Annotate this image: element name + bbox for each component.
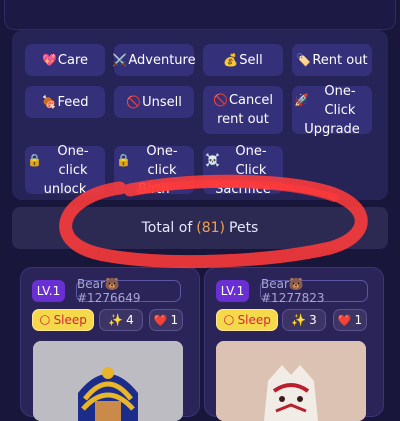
- sell-button[interactable]: 💰 Sell: [203, 44, 283, 76]
- stars-count: 4: [126, 313, 134, 327]
- cancel-rent-label-line1: Cancel: [228, 93, 273, 108]
- total-pets-bar: Total of (81) Pets: [12, 207, 388, 249]
- lock-icon: 🔒: [116, 153, 131, 167]
- rocket-icon: 🚀: [294, 93, 309, 107]
- heart-icon: ❤️: [153, 313, 168, 327]
- sparkle-icon: ✨: [291, 313, 307, 327]
- stars-badge: ✨ 4: [99, 309, 143, 331]
- sparkle-icon: ✨: [108, 313, 124, 327]
- money-bag-icon: 💰: [223, 52, 239, 67]
- sleep-label: Sleep: [237, 313, 271, 327]
- feed-button[interactable]: 🍖 Feed: [25, 86, 105, 118]
- likes-badge: ❤️ 1: [333, 309, 367, 331]
- rent-out-button[interactable]: 🏷️ Rent out: [292, 44, 372, 76]
- tag-icon: 🏷️: [296, 52, 312, 67]
- top-frame: [4, 0, 396, 30]
- sacrifice-label-line2: Sacrifice: [215, 181, 271, 197]
- one-click-sacrifice-button[interactable]: ☠️ One-Click Sacrifice: [203, 144, 283, 197]
- prohibited-icon: 🚫: [126, 94, 142, 109]
- meat-icon: 🍖: [41, 94, 57, 109]
- stars-badge: ✨ 3: [282, 309, 326, 331]
- adventure-button[interactable]: ⚔️ Adventure: [112, 44, 196, 76]
- sleep-status-badge[interactable]: 🌕 Sleep: [32, 309, 94, 331]
- fox-mask-pet-image: [216, 341, 366, 421]
- heart-icon: 💖: [41, 52, 57, 67]
- pharaoh-pet-image: [33, 341, 183, 421]
- likes-badge: ❤️ 1: [149, 309, 183, 331]
- pet-image[interactable]: [216, 341, 366, 421]
- moon-icon: 🌕: [39, 313, 51, 327]
- skull-icon: ☠️: [205, 153, 220, 167]
- care-button[interactable]: 💖 Care: [25, 44, 105, 76]
- sleep-status-badge[interactable]: 🌕 Sleep: [216, 309, 278, 331]
- pet-name-tag: Bear🐻#1277823: [260, 277, 368, 305]
- prohibited-icon: 🚫: [213, 93, 228, 107]
- unsell-button[interactable]: 🚫 Unsell: [114, 86, 194, 118]
- unlock-label-line2: unlock: [43, 181, 87, 197]
- heart-icon: ❤️: [337, 313, 352, 327]
- swords-icon: ⚔️: [112, 52, 128, 67]
- care-label: Care: [57, 52, 89, 68]
- unsell-label: Unsell: [142, 94, 182, 110]
- pet-name-tag: Bear🐻#1276649: [76, 277, 181, 305]
- level-badge: LV.1: [32, 280, 65, 302]
- birth-label-line2: Birth: [138, 181, 170, 197]
- unlock-label-line1: One-click: [57, 143, 89, 178]
- sacrifice-label-line1: One-Click: [235, 143, 267, 178]
- likes-count: 1: [354, 313, 363, 327]
- total-count: (81): [196, 220, 226, 236]
- cancel-rent-out-button[interactable]: 🚫 Cancel rent out: [203, 86, 283, 134]
- likes-count: 1: [170, 313, 179, 327]
- one-click-birth-button[interactable]: 🔒 One-click Birth: [114, 144, 194, 197]
- moon-icon: 🌕: [223, 313, 235, 327]
- total-suffix: Pets: [229, 220, 259, 236]
- birth-label-line1: One-click: [146, 143, 178, 178]
- feed-label: Feed: [57, 94, 89, 110]
- cancel-rent-label-line2: rent out: [217, 112, 269, 127]
- one-click-upgrade-button[interactable]: 🚀 One-Click Upgrade: [292, 84, 372, 137]
- total-prefix: Total of: [141, 220, 193, 236]
- upgrade-label-line2: Upgrade: [304, 121, 360, 137]
- pet-image[interactable]: [33, 341, 183, 421]
- sell-label: Sell: [239, 52, 263, 68]
- one-click-unlock-button[interactable]: 🔒 One-click unlock: [25, 144, 105, 197]
- rent-out-label: Rent out: [312, 52, 368, 68]
- upgrade-label-line1: One-Click: [324, 83, 356, 118]
- level-badge: LV.1: [216, 280, 249, 302]
- stars-count: 3: [309, 313, 317, 327]
- lock-icon: 🔒: [27, 153, 42, 167]
- adventure-label: Adventure: [128, 52, 196, 68]
- sleep-label: Sleep: [53, 313, 87, 327]
